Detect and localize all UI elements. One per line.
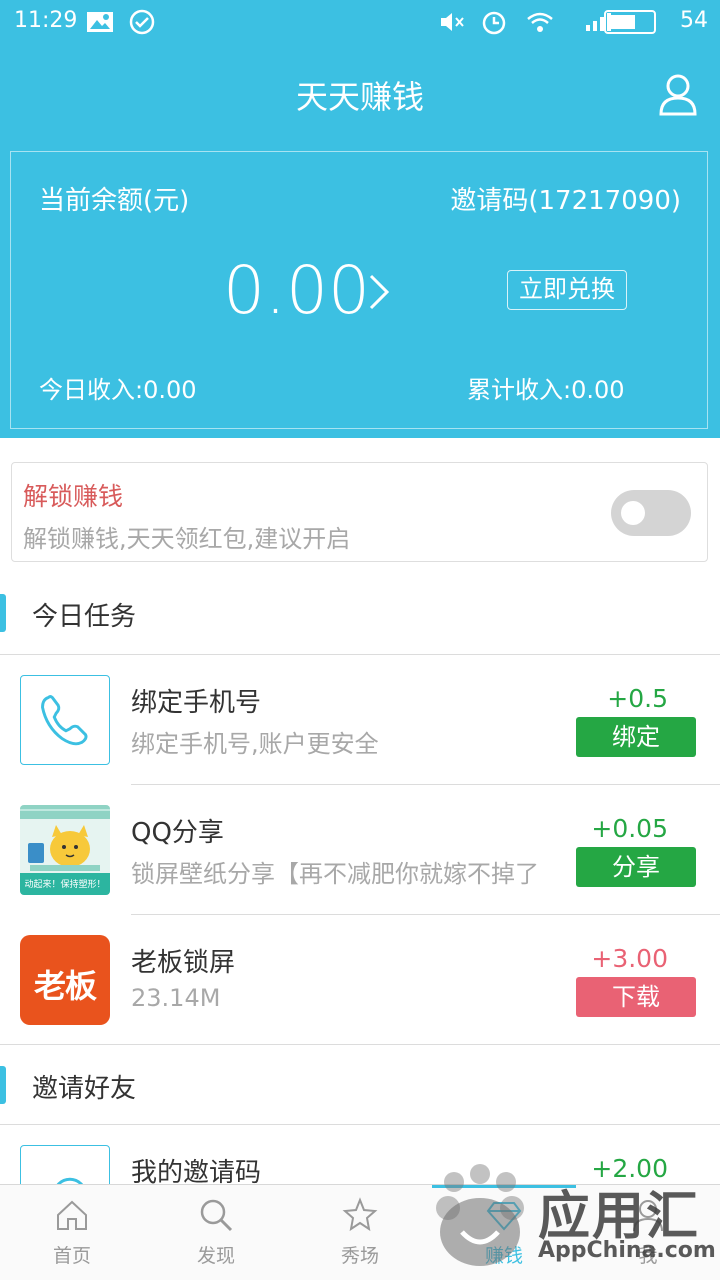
check-circle-icon xyxy=(129,9,155,35)
header: 天天赚钱 xyxy=(0,60,720,130)
task-row-bind-phone[interactable]: 绑定手机号 绑定手机号,账户更安全 +0.5 绑定 xyxy=(0,654,720,784)
mute-icon xyxy=(441,13,464,31)
section-invite-friends: 邀请好友 xyxy=(0,1050,720,1120)
nav-item-me[interactable]: 我 xyxy=(576,1185,720,1280)
status-bar: 11:29 54 xyxy=(0,0,720,46)
battery-level: 54 xyxy=(680,8,708,33)
top-banner: 11:29 54 天天赚钱 当前余额(元) 邀请码(17217090) 0.00… xyxy=(0,0,720,438)
task-size: 23.14M xyxy=(131,984,221,1012)
cartoon-cat-thumbnail: 动起来！保持塑形！ xyxy=(20,805,110,895)
section-marker xyxy=(0,1066,6,1104)
status-time: 11:29 xyxy=(14,8,78,33)
thumbnail-caption: 动起来！保持塑形！ xyxy=(24,878,105,890)
page-title: 天天赚钱 xyxy=(295,78,424,116)
toggle-knob xyxy=(621,501,645,525)
task-row-laoban-lockscreen[interactable]: 老板 老板锁屏 23.14M +3.00 下载 xyxy=(0,914,720,1044)
nav-item-home[interactable]: 首页 xyxy=(0,1185,144,1280)
user-profile-icon[interactable] xyxy=(658,72,698,116)
task-row-qq-share[interactable]: 动起来！保持塑形！ QQ分享 锁屏壁纸分享【再不减肥你就嫁不掉了 +0.05 分… xyxy=(0,784,720,914)
today-income: 今日收入:0.00 xyxy=(39,376,197,404)
section-title: 今日任务 xyxy=(32,602,137,632)
laoban-app-icon: 老板 xyxy=(20,935,110,1025)
nav-label: 发现 xyxy=(196,1245,235,1267)
task-desc: 绑定手机号,账户更安全 xyxy=(131,730,379,758)
phone-icon xyxy=(20,675,110,765)
nav-label: 我 xyxy=(638,1245,658,1267)
task-name: 绑定手机号 xyxy=(131,688,262,718)
divider xyxy=(0,1044,720,1045)
home-icon xyxy=(57,1200,87,1230)
balance-card: 当前余额(元) 邀请码(17217090) 0.00 立即兑换 今日收入:0.0… xyxy=(10,151,708,429)
nav-label: 秀场 xyxy=(340,1245,379,1267)
invite-code: 邀请码(17217090) xyxy=(450,186,681,216)
task-reward: +2.00 xyxy=(591,1154,668,1183)
nav-item-show[interactable]: 秀场 xyxy=(288,1185,432,1280)
nav-label: 首页 xyxy=(52,1245,91,1267)
task-desc: 锁屏壁纸分享【再不减肥你就嫁不掉了 xyxy=(131,860,539,888)
invite-icon xyxy=(20,1145,110,1184)
section-today-tasks: 今日任务 xyxy=(0,578,720,648)
wifi-icon xyxy=(527,12,553,32)
unlock-subtitle: 解锁赚钱,天天领红包,建议开启 xyxy=(23,525,351,553)
section-title: 邀请好友 xyxy=(32,1074,137,1104)
star-icon xyxy=(342,1197,378,1232)
task-name: 我的邀请码 xyxy=(131,1158,262,1184)
nav-label: 赚钱 xyxy=(484,1245,523,1267)
exchange-button[interactable]: 立即兑换 xyxy=(507,270,627,310)
unlock-toggle[interactable] xyxy=(611,490,691,536)
task-reward: +3.00 xyxy=(591,944,668,973)
app-icon-text: 老板 xyxy=(33,967,97,1005)
alarm-icon xyxy=(482,11,506,35)
search-icon xyxy=(200,1199,233,1232)
balance-amount[interactable]: 0.00 xyxy=(223,252,370,329)
diamond-icon xyxy=(486,1202,522,1231)
section-marker xyxy=(0,594,6,632)
user-icon xyxy=(633,1200,663,1232)
nav-item-discover[interactable]: 发现 xyxy=(144,1185,288,1280)
bind-button[interactable]: 绑定 xyxy=(576,717,696,757)
unlock-title: 解锁赚钱 xyxy=(23,482,124,511)
bottom-nav: 首页 发现 秀场 赚钱 我 xyxy=(0,1184,720,1280)
task-row-my-invite-code[interactable]: 我的邀请码 +2.00 xyxy=(0,1124,720,1184)
unlock-earn-card: 解锁赚钱 解锁赚钱,天天领红包,建议开启 xyxy=(11,462,708,562)
download-button[interactable]: 下载 xyxy=(576,977,696,1017)
battery-icon xyxy=(604,10,656,34)
nav-item-earn[interactable]: 赚钱 xyxy=(432,1185,576,1280)
total-income: 累计收入:0.00 xyxy=(467,376,625,404)
image-notification-icon xyxy=(87,12,113,32)
chevron-right-icon[interactable] xyxy=(365,270,395,314)
balance-label: 当前余额(元) xyxy=(39,186,190,216)
task-name: QQ分享 xyxy=(131,818,224,848)
task-reward: +0.5 xyxy=(607,684,668,713)
task-reward: +0.05 xyxy=(591,814,668,843)
share-button[interactable]: 分享 xyxy=(576,847,696,887)
task-name: 老板锁屏 xyxy=(131,948,236,978)
